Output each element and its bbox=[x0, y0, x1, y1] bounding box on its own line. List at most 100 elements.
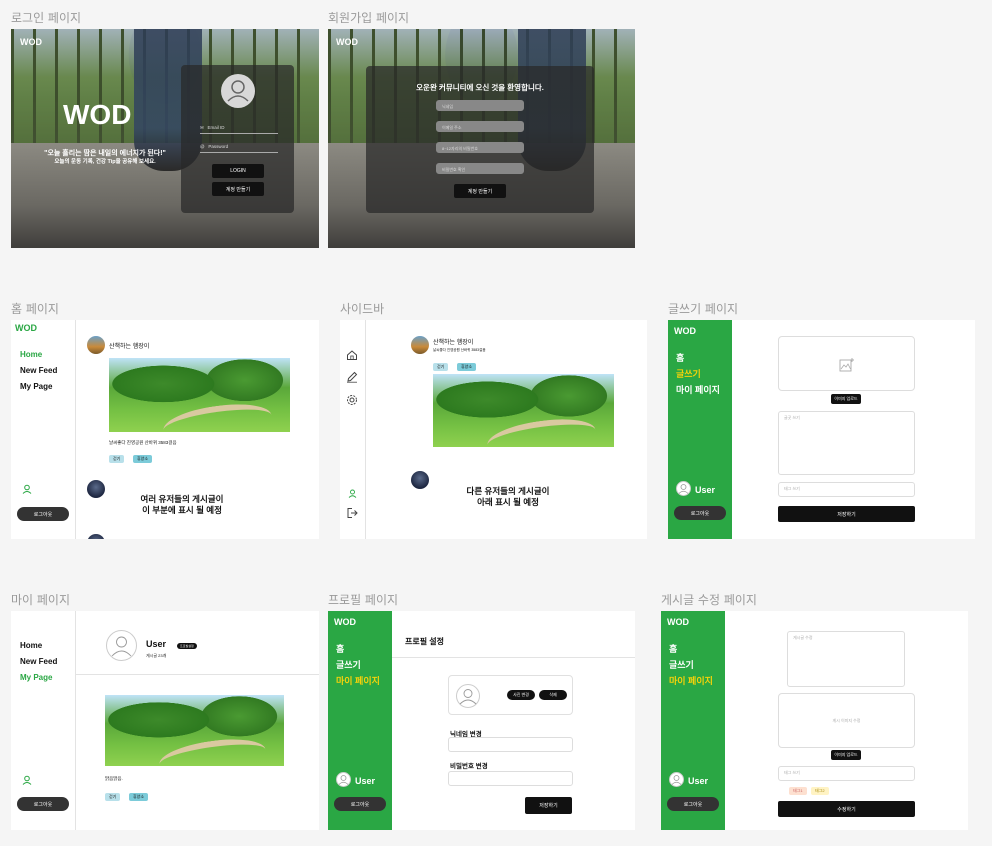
frame-label-edit: 게시글 수정 페이지 bbox=[661, 593, 757, 607]
tag-input[interactable]: 태그 쓰기 bbox=[778, 766, 915, 781]
tag-chip[interactable]: 걷기 bbox=[109, 455, 125, 463]
nav-my-page[interactable]: 마이 페이지 bbox=[676, 383, 720, 396]
user-avatar-icon[interactable] bbox=[669, 772, 684, 787]
user-avatar-icon[interactable] bbox=[676, 481, 691, 496]
nav-my-page[interactable]: My Page bbox=[20, 382, 52, 391]
profile-photo-card: 사진 변경 삭제 bbox=[448, 675, 573, 715]
user-icon[interactable] bbox=[22, 484, 32, 494]
other-user-avatar[interactable] bbox=[87, 534, 105, 539]
user-avatar-icon[interactable] bbox=[336, 772, 351, 787]
nav-new-feed[interactable]: New Feed bbox=[20, 657, 57, 666]
logo: WOD bbox=[15, 323, 37, 333]
delete-photo-button[interactable]: 삭제 bbox=[539, 690, 567, 700]
logo: WOD bbox=[334, 617, 356, 627]
logo: WOD bbox=[336, 37, 358, 47]
tag-chip[interactable]: 걷기 bbox=[433, 363, 449, 371]
frame-label-mypage: 마이 페이지 bbox=[11, 593, 71, 607]
nav-home[interactable]: Home bbox=[20, 350, 42, 359]
post-caption: 맑음맑음. bbox=[105, 776, 123, 781]
nav-home[interactable]: 홈 bbox=[669, 642, 677, 655]
sidebar-frame: 산책하는 햄장이 날씨좋다 진영공원 산바퀴 3583걸음 걷기 휴양소 다른 … bbox=[340, 320, 647, 539]
login-panel: ✉ Email ID @ Password LOGIN 계정 만들기 bbox=[181, 65, 294, 213]
nav-write[interactable]: 글쓰기 bbox=[336, 658, 361, 671]
email-input[interactable]: 이메일 주소 bbox=[436, 121, 524, 132]
logo: WOD bbox=[667, 617, 689, 627]
frame-label-sidebar: 사이드바 bbox=[340, 302, 385, 316]
nav-home[interactable]: 홈 bbox=[336, 642, 344, 655]
post-author[interactable]: 산책하는 햄장이 bbox=[109, 341, 149, 350]
profile-settings-badge[interactable]: 프로필설정 bbox=[177, 643, 197, 649]
logout-button[interactable]: 로그아웃 bbox=[17, 507, 69, 521]
signup-panel: 오운완 커뮤니티에 오신 것을 환영합니다. 닉네임 이메일 주소 8~12자리… bbox=[366, 66, 594, 213]
profile-avatar[interactable] bbox=[456, 684, 480, 708]
save-button[interactable]: 저장하기 bbox=[525, 797, 572, 814]
home-icon[interactable] bbox=[346, 349, 358, 361]
logout-button[interactable]: 로그아웃 bbox=[674, 506, 726, 520]
lock-icon: @ bbox=[200, 144, 205, 149]
nav-my-page[interactable]: My Page bbox=[20, 673, 52, 682]
email-field[interactable]: ✉ Email ID bbox=[200, 125, 278, 134]
nav-my-page[interactable]: 마이 페이지 bbox=[669, 674, 713, 687]
tag-chip[interactable]: 휴양소 bbox=[133, 455, 153, 463]
nav-new-feed[interactable]: New Feed bbox=[20, 366, 57, 375]
profile-avatar[interactable] bbox=[106, 630, 137, 661]
submit-edit-button[interactable]: 수정하기 bbox=[778, 801, 915, 817]
create-account-button[interactable]: 계정 만들기 bbox=[454, 184, 506, 198]
image-upload-button[interactable]: 이미지 업로드 bbox=[831, 750, 861, 760]
nickname-input[interactable] bbox=[448, 737, 573, 752]
user-icon[interactable] bbox=[22, 775, 32, 785]
tag-chip[interactable]: 휴양소 bbox=[457, 363, 477, 371]
signup-frame: WOD 오운완 커뮤니티에 오신 것을 환영합니다. 닉네임 이메일 주소 8~… bbox=[328, 29, 635, 248]
tag-chip[interactable]: 태그2 bbox=[811, 787, 829, 795]
author-avatar[interactable] bbox=[87, 336, 105, 354]
tag-chip[interactable]: 태그1 bbox=[789, 787, 807, 795]
nickname-input[interactable]: 닉네임 bbox=[436, 100, 524, 111]
signup-button[interactable]: 계정 만들기 bbox=[212, 182, 264, 196]
password-input[interactable]: 8~12자리의 비밀번호 bbox=[436, 142, 524, 153]
nav-write[interactable]: 글쓰기 bbox=[676, 367, 701, 380]
add-image-icon bbox=[839, 357, 855, 373]
save-button[interactable]: 저장하기 bbox=[778, 506, 915, 522]
other-user-avatar[interactable] bbox=[411, 471, 429, 489]
content-textarea[interactable]: 게시글 수정 bbox=[787, 631, 905, 687]
nav-write[interactable]: 글쓰기 bbox=[669, 658, 694, 671]
tag-chip[interactable]: 걷기 bbox=[105, 793, 121, 801]
logout-button[interactable]: 로그아웃 bbox=[17, 797, 69, 811]
password-input[interactable] bbox=[448, 771, 573, 786]
login-button[interactable]: LOGIN bbox=[212, 164, 264, 178]
logout-icon[interactable] bbox=[346, 507, 358, 519]
tag-chip[interactable]: 휴양소 bbox=[129, 793, 149, 801]
password-confirm-input[interactable]: 비밀번호 확인 bbox=[436, 163, 524, 174]
email-icon: ✉ bbox=[200, 125, 204, 130]
user-icon[interactable] bbox=[348, 489, 357, 498]
post-image bbox=[433, 374, 614, 447]
user-name: User bbox=[355, 776, 376, 786]
nav-home[interactable]: Home bbox=[20, 641, 42, 650]
image-upload-button[interactable]: 이미지 업로드 bbox=[831, 394, 861, 404]
frame-label-profile: 프로필 페이지 bbox=[328, 593, 399, 607]
pencil-icon[interactable] bbox=[346, 371, 358, 383]
content-textarea[interactable]: 글곳 쓰기 bbox=[778, 411, 915, 475]
logout-button[interactable]: 로그아웃 bbox=[334, 797, 386, 811]
tag-input[interactable]: 태그 쓰기 bbox=[778, 482, 915, 497]
signup-title: 오운완 커뮤니티에 오신 것을 환영합니다. bbox=[416, 83, 544, 92]
post-image bbox=[109, 358, 290, 432]
logout-button[interactable]: 로그아웃 bbox=[667, 797, 719, 811]
password-label: 비밀번호 변경 bbox=[450, 763, 488, 770]
image-upload-area[interactable] bbox=[778, 336, 915, 391]
page-title: 프로필 설정 bbox=[405, 637, 445, 646]
nav-home[interactable]: 홈 bbox=[676, 351, 684, 364]
edit-frame: WOD 홈 글쓰기 마이 페이지 User 로그아웃 게시글 수정 게시 이미지… bbox=[661, 611, 968, 830]
author-avatar[interactable] bbox=[411, 336, 429, 354]
change-photo-button[interactable]: 사진 변경 bbox=[507, 690, 535, 700]
user-name: User bbox=[688, 776, 709, 786]
post-count: 게시글 23개 bbox=[146, 653, 167, 658]
post-caption: 날씨좋다 진영공원 산바퀴 3583걸음 bbox=[109, 440, 177, 445]
image-edit-area[interactable]: 게시 이미지 수정 bbox=[778, 693, 915, 748]
post-author[interactable]: 산책하는 햄장이 bbox=[433, 337, 473, 346]
other-user-avatar[interactable] bbox=[87, 480, 105, 498]
nav-my-page[interactable]: 마이 페이지 bbox=[336, 674, 380, 687]
gear-icon[interactable] bbox=[346, 394, 358, 406]
password-field[interactable]: @ Password bbox=[200, 144, 278, 153]
logo: WOD bbox=[674, 326, 696, 336]
